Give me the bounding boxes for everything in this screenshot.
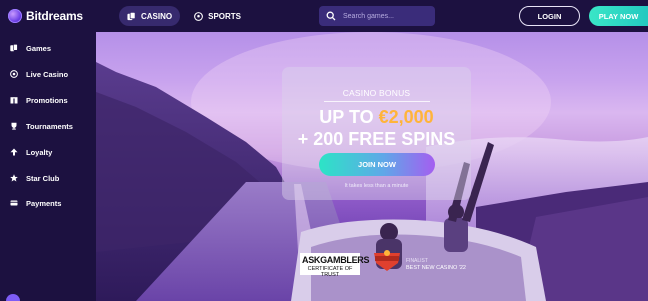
gift-icon [10,97,18,104]
askgamblers-subtitle: CERTIFICATE OF TRUST [307,266,353,278]
login-button[interactable]: LOGIN [519,6,580,26]
tab-casino-label: CASINO [141,11,173,21]
bonus-card: CASINO BONUS UP TO €2,000 + 200 FREE SPI… [282,67,471,200]
wallet-icon [10,200,18,206]
brand-name: Bitdreams [26,9,83,23]
tab-sports[interactable]: SPORTS [186,6,249,26]
sidebar-item-label: Payments [26,198,62,208]
product-tabs: CASINO SPORTS [119,6,249,26]
sidebar-item-label: Tournaments [26,121,73,131]
search-placeholder: Search games... [343,12,394,20]
askgamblers-awards-icon [374,250,400,271]
askgamblers-badge[interactable]: ASKGAMBLERS CERTIFICATE OF TRUST [300,253,370,278]
sidebar-item-payments[interactable]: Payments [10,196,61,210]
arrow-up-icon [10,148,18,156]
sidebar-item-label: Live Casino [26,69,69,79]
chat-bubble-icon[interactable] [6,294,20,301]
join-now-button[interactable]: JOIN NOW [319,153,435,176]
bonus-eyebrow: CASINO BONUS [342,88,411,98]
award-label: FINALIST [406,258,428,264]
search-icon [326,11,336,21]
sidebar-item-label: Promotions [26,95,68,105]
sidebar-item-promotions[interactable]: Promotions [10,93,68,107]
hero-banner: CASINO BONUS UP TO €2,000 + 200 FREE SPI… [96,32,648,301]
live-casino-icon [10,70,18,78]
cards-icon [127,11,136,20]
play-now-button[interactable]: PLAY NOW [589,6,648,26]
signup-note: It takes less than a minute [344,183,409,189]
sidebar-item-tournaments[interactable]: Tournaments [10,119,73,133]
star-icon [10,174,18,182]
games-icon [10,44,18,52]
bonus-amount: €2,000 [378,107,434,127]
top-bar: Bitdreams CASINO SPORTS Search games... … [0,0,648,32]
bitdreams-logo-icon [8,9,22,23]
divider [324,101,430,102]
tab-casino[interactable]: CASINO [119,6,181,26]
sidebar-item-loyalty[interactable]: Loyalty [10,145,52,159]
award-title: BEST NEW CASINO '22 [406,265,466,271]
bonus-headline: UP TO €2,000 [282,107,471,128]
soccer-ball-icon [194,11,204,21]
sidebar-item-games[interactable]: Games [10,41,51,55]
tab-sports-label: SPORTS [208,11,242,21]
search-input[interactable]: Search games... [319,6,435,26]
brand-logo[interactable]: Bitdreams [8,8,83,24]
sidebar-item-live-casino[interactable]: Live Casino [10,67,68,81]
trophy-icon [11,122,17,130]
sidebar-item-star-club[interactable]: Star Club [10,171,59,185]
sidebar: Games Live Casino Promotions Tournaments… [0,32,96,301]
bonus-headline-prefix: UP TO [319,107,379,127]
sidebar-item-label: Loyalty [26,147,53,157]
sidebar-item-label: Star Club [26,173,60,183]
sidebar-item-label: Games [26,43,52,53]
bonus-free-spins: + 200 FREE SPINS [297,129,456,149]
askgamblers-title: ASKGAMBLERS [302,255,370,265]
